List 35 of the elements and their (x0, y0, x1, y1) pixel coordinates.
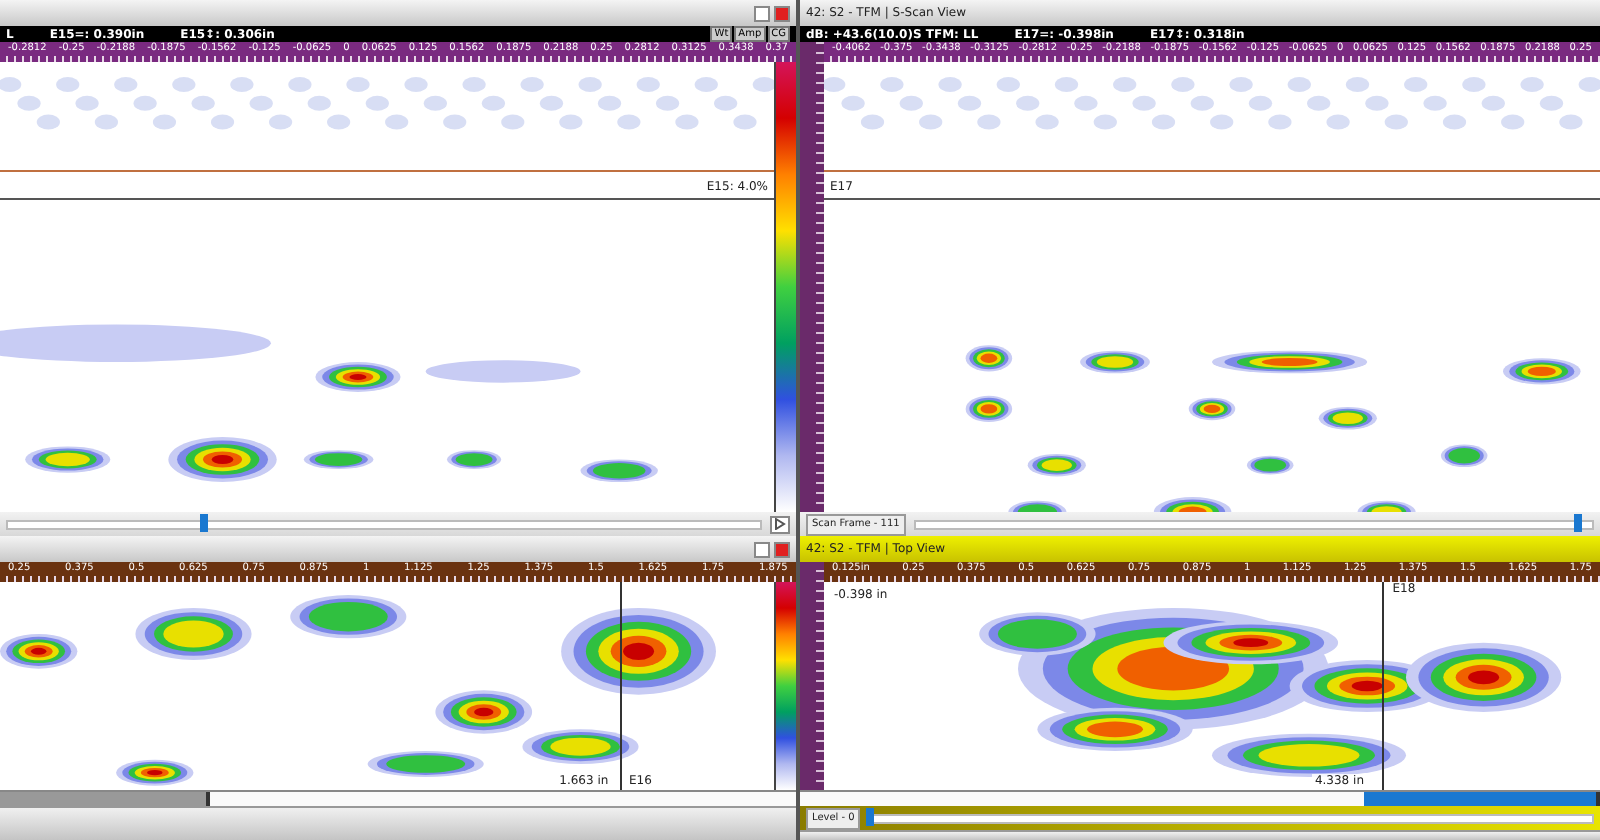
signal-blob (1188, 397, 1236, 421)
play-button[interactable] (770, 515, 790, 533)
signal-blob (168, 437, 277, 482)
signal-blob (116, 759, 194, 786)
scrollbar-thumb[interactable] (1364, 792, 1600, 806)
slider-thumb[interactable] (1574, 513, 1583, 531)
close-button[interactable] (774, 541, 790, 557)
scrollbar[interactable] (800, 790, 1600, 806)
signal-blob (367, 751, 484, 777)
signal-blob (315, 362, 401, 392)
close-button[interactable] (774, 5, 790, 21)
signal-blob (1027, 453, 1086, 477)
restore-button[interactable] (754, 541, 770, 557)
signal-blob (435, 690, 533, 734)
signal-blob (1503, 358, 1581, 385)
slider-thumb[interactable] (199, 513, 208, 531)
signal-blob (522, 729, 639, 764)
signal-blob (135, 608, 252, 660)
signal-blob (447, 450, 502, 469)
restore-button[interactable] (754, 5, 770, 21)
signal-blob (965, 345, 1013, 372)
signal-blob (580, 459, 658, 482)
signal-blob (1080, 350, 1150, 374)
signal-blob (290, 595, 407, 639)
signal-blob (1318, 407, 1377, 430)
signal-blob (0, 634, 78, 669)
signal-blob (965, 395, 1013, 422)
scrollbar-thumb[interactable] (0, 792, 211, 806)
signal-blob (303, 450, 374, 469)
scrollbar[interactable] (0, 790, 796, 806)
slider-thumb[interactable] (866, 807, 875, 825)
signal-blob (1246, 455, 1294, 475)
play-icon (774, 518, 786, 530)
signal-blob (1440, 444, 1488, 467)
signal-blob (25, 446, 111, 473)
